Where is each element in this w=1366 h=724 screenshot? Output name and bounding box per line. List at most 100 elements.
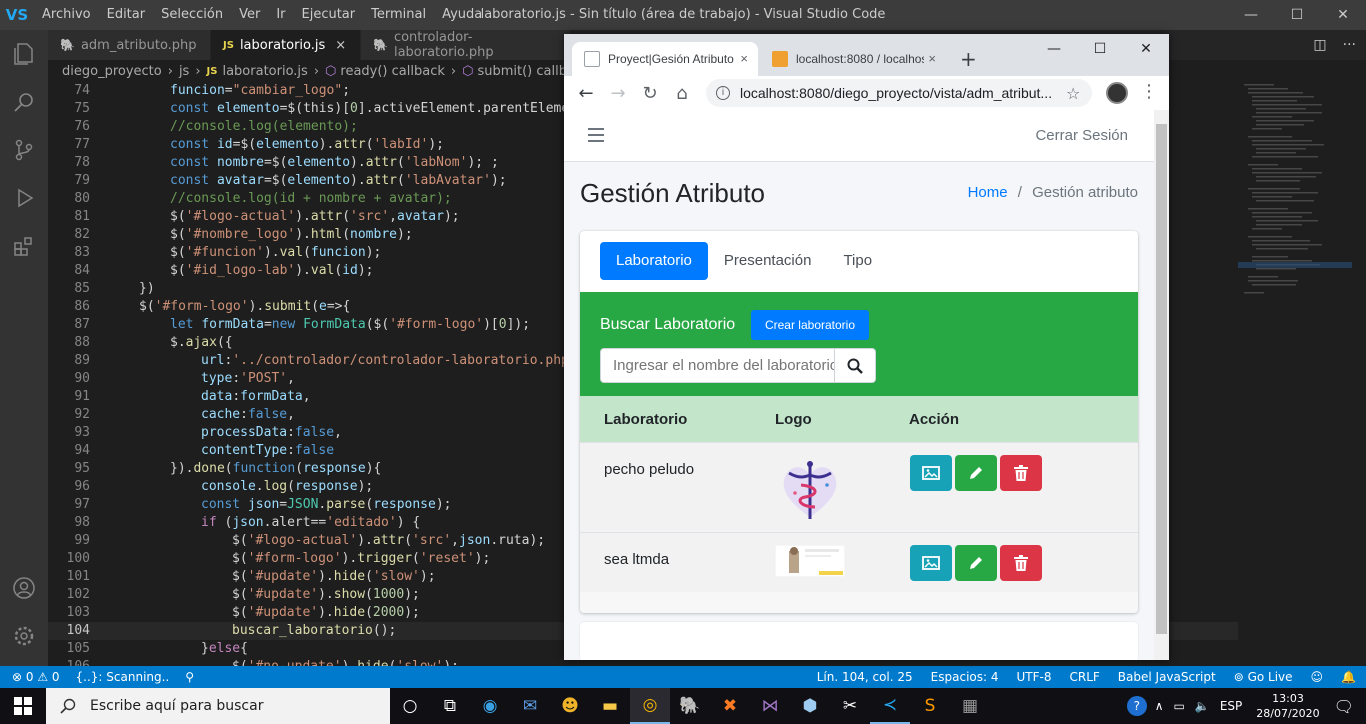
maximize-icon[interactable]: ☐ — [1077, 34, 1123, 64]
address-bar[interactable]: i localhost:8080/diego_proyecto/vista/ad… — [706, 79, 1092, 107]
delete-button[interactable] — [1000, 545, 1042, 581]
code-text: $('#update').hide('slow'); — [232, 569, 436, 584]
taskbar-search[interactable]: Escribe aquí para buscar — [46, 688, 390, 724]
vscode-taskbar-icon[interactable]: ≺ — [870, 688, 910, 724]
tab-controlador-laboratorio[interactable]: 🐘 controlador-laboratorio.php — [361, 30, 571, 60]
menu-ejecutar[interactable]: Ejecutar — [294, 0, 364, 30]
account-icon[interactable] — [0, 564, 48, 612]
crumb-js-folder[interactable]: js — [179, 64, 189, 79]
browser-tab-gestion[interactable]: Proyect|Gesión Atributo × — [572, 42, 758, 76]
close-icon[interactable]: ✕ — [1123, 34, 1169, 64]
page-scrollbar-thumb[interactable] — [1156, 124, 1167, 634]
language-mode[interactable]: Babel JavaScript — [1118, 670, 1216, 684]
sync-icon[interactable]: ⚲ — [185, 670, 194, 684]
minimize-icon[interactable]: — — [1031, 34, 1077, 64]
bookmark-star-icon[interactable]: ☆ — [1066, 84, 1080, 103]
notifications-icon[interactable]: 🔔 — [1341, 670, 1356, 684]
menu-terminal[interactable]: Terminal — [363, 0, 434, 30]
app-icon[interactable]: ▦ — [950, 688, 990, 724]
forward-icon[interactable]: → — [602, 83, 634, 104]
menu-ir[interactable]: Ir — [268, 0, 293, 30]
search-button[interactable] — [834, 348, 876, 383]
reload-icon[interactable]: ↻ — [634, 83, 666, 104]
profile-avatar[interactable] — [1106, 82, 1128, 104]
language-indicator[interactable]: ESP — [1220, 699, 1242, 713]
indentation-status[interactable]: Espacios: 4 — [931, 670, 999, 684]
eol-status[interactable]: CRLF — [1069, 670, 1099, 684]
cortana-icon[interactable]: ○ — [390, 688, 430, 724]
menu-ayuda[interactable]: Ayuda — [434, 0, 490, 30]
status-bar: ⊗ 0 ⚠ 0 {..}: Scanning.. ⚲ Lín. 104, col… — [0, 666, 1366, 688]
mail-icon[interactable]: ✉ — [510, 688, 550, 724]
info-icon[interactable]: i — [716, 86, 730, 100]
menu-ver[interactable]: Ver — [231, 0, 268, 30]
network-icon[interactable]: ▭ — [1174, 699, 1185, 713]
menu-seleccion[interactable]: Selección — [153, 0, 231, 30]
explorer-icon[interactable] — [0, 30, 48, 78]
volume-icon[interactable]: 🔈 — [1195, 699, 1210, 713]
delete-button[interactable] — [1000, 455, 1042, 491]
hamburger-menu-icon[interactable] — [588, 128, 604, 146]
tab-laboratorio-js[interactable]: JS laboratorio.js × — [211, 30, 361, 60]
more-actions-icon[interactable]: ··· — [1343, 37, 1356, 53]
feedback-icon[interactable]: ☺ — [1311, 670, 1324, 684]
sublime-icon[interactable]: S — [910, 688, 950, 724]
chrome-icon[interactable]: ◎ — [630, 688, 670, 724]
laboratory-search-input[interactable] — [600, 348, 835, 383]
close-tab-icon[interactable]: × — [335, 38, 346, 53]
tab-tipo[interactable]: Tipo — [827, 242, 888, 280]
source-control-icon[interactable] — [0, 126, 48, 174]
run-debug-icon[interactable] — [0, 174, 48, 222]
postgres-icon[interactable]: 🐘 — [670, 688, 710, 724]
start-button[interactable] — [0, 688, 46, 724]
chrome-menu-icon[interactable]: ⋮ — [1140, 81, 1158, 102]
new-tab-icon[interactable]: + — [960, 47, 977, 71]
encoding-status[interactable]: UTF-8 — [1017, 670, 1052, 684]
change-logo-button[interactable] — [910, 545, 952, 581]
split-editor-icon[interactable]: ◫ — [1313, 37, 1326, 53]
minimize-icon[interactable]: — — [1228, 0, 1274, 30]
virtualbox-icon[interactable]: ⬢ — [790, 688, 830, 724]
clock[interactable]: 13:03 28/07/2020 — [1242, 691, 1333, 721]
crumb-file[interactable]: laboratorio.js — [222, 64, 307, 79]
crumb-ready[interactable]: ready() callback — [340, 64, 444, 79]
secondary-card — [580, 622, 1138, 660]
edit-button[interactable] — [955, 545, 997, 581]
close-tab-icon[interactable]: × — [928, 51, 936, 66]
tools-icon[interactable]: ✂ — [830, 688, 870, 724]
edit-button[interactable] — [955, 455, 997, 491]
file-explorer-icon[interactable]: ▬ — [590, 688, 630, 724]
tab-laboratorio[interactable]: Laboratorio — [600, 242, 708, 280]
people-icon[interactable]: ☻ — [550, 688, 590, 724]
task-view-icon[interactable]: ⧉ — [430, 688, 470, 724]
chevron-up-icon[interactable]: ∧ — [1155, 699, 1164, 713]
change-logo-button[interactable] — [910, 455, 952, 491]
edge-icon[interactable]: ◉ — [470, 688, 510, 724]
menu-archivo[interactable]: Archivo — [34, 0, 99, 30]
visual-studio-icon[interactable]: ⋈ — [750, 688, 790, 724]
minimap[interactable] — [1238, 82, 1366, 666]
xampp-icon[interactable]: ✖ — [710, 688, 750, 724]
tab-adm-atributo[interactable]: 🐘 adm_atributo.php — [48, 30, 211, 60]
search-icon[interactable] — [0, 78, 48, 126]
home-icon[interactable]: ⌂ — [666, 83, 698, 104]
help-icon[interactable]: ? — [1126, 696, 1147, 716]
breadcrumb-home-link[interactable]: Home — [968, 184, 1008, 201]
crumb-folder[interactable]: diego_proyecto — [62, 64, 162, 79]
extensions-icon[interactable] — [0, 222, 48, 270]
tab-presentacion[interactable]: Presentación — [708, 242, 828, 280]
action-center-icon[interactable]: 🗨 — [1334, 697, 1366, 716]
close-tab-icon[interactable]: × — [740, 51, 748, 66]
go-live-button[interactable]: ⊚ Go Live — [1234, 670, 1293, 684]
back-icon[interactable]: ← — [570, 83, 602, 104]
cursor-position[interactable]: Lín. 104, col. 25 — [817, 670, 913, 684]
maximize-icon[interactable]: ☐ — [1274, 0, 1320, 30]
problems-status[interactable]: ⊗ 0 ⚠ 0 — [12, 670, 60, 684]
browser-tab-phpmyadmin[interactable]: localhost:8080 / localhost × — [760, 42, 946, 76]
create-laboratory-button[interactable]: Crear laboratorio — [751, 310, 869, 340]
close-icon[interactable]: ✕ — [1320, 0, 1366, 30]
menu-editar[interactable]: Editar — [99, 0, 154, 30]
settings-gear-icon[interactable] — [0, 612, 48, 660]
logout-link[interactable]: Cerrar Sesión — [1035, 127, 1128, 144]
editor-scrollbar[interactable] — [1352, 82, 1366, 666]
